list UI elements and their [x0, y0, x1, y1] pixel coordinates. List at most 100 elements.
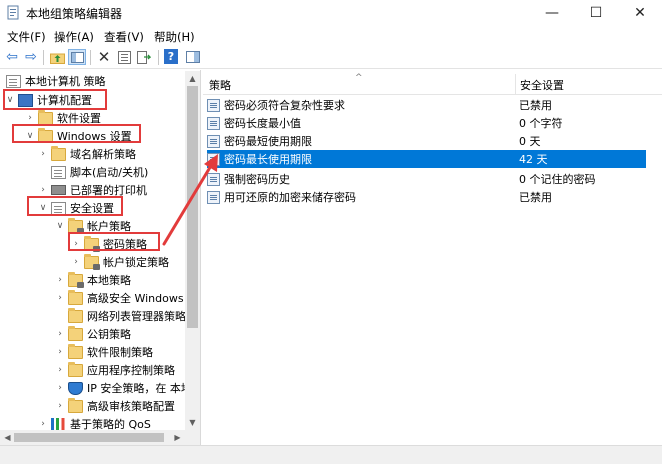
chevron-right-icon[interactable]: › — [24, 113, 36, 123]
policy-value: 0 个字符 — [519, 117, 563, 130]
tree-item-label: 帐户锁定策略 — [103, 256, 169, 269]
forward-button[interactable]: ⇨ — [22, 49, 40, 65]
chevron-right-icon[interactable]: › — [54, 383, 66, 393]
policy-name: 强制密码历史 — [224, 173, 290, 186]
minimize-button[interactable]: — — [530, 0, 574, 26]
policy-row[interactable]: 密码长度最小值 0 个字符 — [207, 114, 646, 132]
chevron-right-icon[interactable]: › — [37, 419, 49, 429]
tree-item-ip-security[interactable]: › IP 安全策略，在 本地 — [54, 379, 192, 397]
up-level-button[interactable] — [48, 49, 66, 65]
policy-name: 密码最短使用期限 — [224, 135, 312, 148]
tree-item-software-restriction[interactable]: › 软件限制策略 — [54, 343, 153, 361]
folder-icon — [68, 361, 83, 377]
maximize-button[interactable]: ☐ — [574, 0, 618, 26]
scroll-right-icon[interactable]: ▶ — [170, 430, 185, 445]
bar-chart-icon — [51, 418, 66, 430]
tree-item-public-key[interactable]: › 公钥策略 — [54, 325, 131, 343]
policy-row-selected[interactable]: 密码最长使用期限 42 天 — [207, 150, 646, 168]
export-list-button[interactable] — [135, 49, 153, 65]
title-bar: 本地组策略编辑器 — ☐ ✕ — [0, 0, 662, 26]
action-pane-button[interactable] — [184, 49, 202, 65]
printer-icon — [51, 185, 66, 195]
policy-row[interactable]: 密码最短使用期限 0 天 — [207, 132, 646, 150]
toolbar-separator — [90, 50, 91, 65]
help-button[interactable]: ? — [164, 49, 178, 64]
tree-item-dns-policy[interactable]: › 域名解析策略 — [37, 145, 136, 163]
status-bar — [0, 445, 662, 464]
highlight-windows-settings — [12, 124, 141, 143]
tree-item-audit-config[interactable]: › 高级审核策略配置 — [54, 397, 175, 415]
export-list-icon — [137, 50, 151, 64]
policy-row[interactable]: 密码必须符合复杂性要求 已禁用 — [207, 96, 646, 114]
toolbar-separator — [158, 50, 159, 65]
policy-name: 密码长度最小值 — [224, 117, 301, 130]
chevron-right-icon[interactable]: › — [54, 329, 66, 339]
tree-item-label: IP 安全策略，在 本地 — [87, 382, 192, 395]
policy-icon — [207, 134, 220, 148]
tree-item-label: 软件限制策略 — [87, 346, 153, 359]
folder-icon — [68, 397, 83, 413]
tree-item-app-control[interactable]: › 应用程序控制策略 — [54, 361, 175, 379]
policy-row[interactable]: 用可还原的加密来储存密码 已禁用 — [207, 188, 646, 206]
chevron-down-icon[interactable]: ∨ — [54, 221, 66, 231]
tree-item-network-list[interactable]: 网络列表管理器策略 — [66, 307, 186, 325]
tree-item-local-policy[interactable]: 本地计算机 策略 — [4, 72, 106, 90]
scroll-up-icon[interactable]: ▲ — [185, 71, 200, 86]
up-folder-icon — [49, 53, 65, 64]
highlight-password-policy — [68, 232, 160, 251]
properties-button[interactable] — [115, 49, 133, 65]
scroll-left-icon[interactable]: ◀ — [0, 430, 15, 445]
forward-arrow-icon: ⇨ — [25, 49, 37, 65]
folder-icon — [51, 145, 66, 161]
highlight-security-settings — [27, 196, 123, 216]
folder-icon — [68, 343, 83, 359]
locked-folder-icon — [68, 217, 84, 234]
column-security-setting[interactable]: 安全设置 — [520, 77, 564, 93]
tree-item-lockout-policy[interactable]: › 帐户锁定策略 — [70, 253, 169, 271]
tree-item-advanced-firewall[interactable]: › 高级安全 Windows — [54, 289, 184, 307]
properties-icon — [117, 50, 131, 64]
toolbar: ⇦ ⇨ ✕ ? — [0, 46, 662, 69]
tree-item-label: 网络列表管理器策略 — [87, 310, 186, 323]
menu-view[interactable]: 查看(V) — [104, 29, 144, 45]
tree-horizontal-scroll-thumb[interactable] — [14, 433, 164, 442]
sort-ascending-icon: ^ — [355, 73, 363, 83]
policy-name: 用可还原的加密来储存密码 — [224, 191, 356, 204]
column-divider[interactable] — [515, 74, 516, 94]
chevron-right-icon[interactable]: › — [54, 401, 66, 411]
chevron-right-icon[interactable]: › — [37, 149, 49, 159]
back-button[interactable]: ⇦ — [3, 49, 21, 65]
chevron-right-icon[interactable]: › — [37, 185, 49, 195]
menu-file[interactable]: 文件(F) — [7, 29, 46, 45]
policy-value: 0 个记住的密码 — [519, 173, 596, 186]
menu-bar: 文件(F) 操作(A) 查看(V) 帮助(H) — [0, 26, 662, 46]
locked-folder-icon — [68, 271, 84, 288]
chevron-right-icon[interactable]: › — [54, 293, 66, 303]
tree-item-local-policies[interactable]: › 本地策略 — [54, 271, 131, 289]
console-tree-icon — [70, 51, 84, 63]
back-arrow-icon: ⇦ — [6, 49, 18, 65]
tree-item-label: 公钥策略 — [87, 328, 131, 341]
policy-editor-icon — [6, 5, 21, 20]
chevron-right-icon[interactable]: › — [54, 275, 66, 285]
chevron-right-icon[interactable]: › — [54, 347, 66, 357]
tree-item-scripts[interactable]: 脚本(启动/关机) — [49, 163, 148, 181]
help-icon: ? — [167, 50, 175, 63]
toolbar-separator — [43, 50, 44, 65]
chevron-right-icon[interactable]: › — [54, 365, 66, 375]
policy-icon — [207, 116, 220, 130]
column-policy[interactable]: 策略 — [209, 77, 231, 93]
policy-row[interactable]: 强制密码历史 0 个记住的密码 — [207, 170, 646, 188]
delete-button[interactable]: ✕ — [95, 48, 113, 66]
chevron-right-icon[interactable]: › — [70, 257, 82, 267]
show-hide-tree-button[interactable] — [68, 49, 86, 65]
scroll-down-icon[interactable]: ▼ — [185, 415, 200, 430]
policy-value: 42 天 — [519, 153, 548, 166]
tree-item-label: 高级安全 Windows — [87, 292, 184, 305]
menu-action[interactable]: 操作(A) — [54, 29, 94, 45]
policy-name: 密码必须符合复杂性要求 — [224, 99, 345, 112]
close-button[interactable]: ✕ — [618, 0, 662, 26]
delete-icon: ✕ — [97, 48, 111, 66]
menu-help[interactable]: 帮助(H) — [154, 29, 195, 45]
window-title: 本地组策略编辑器 — [26, 7, 123, 21]
